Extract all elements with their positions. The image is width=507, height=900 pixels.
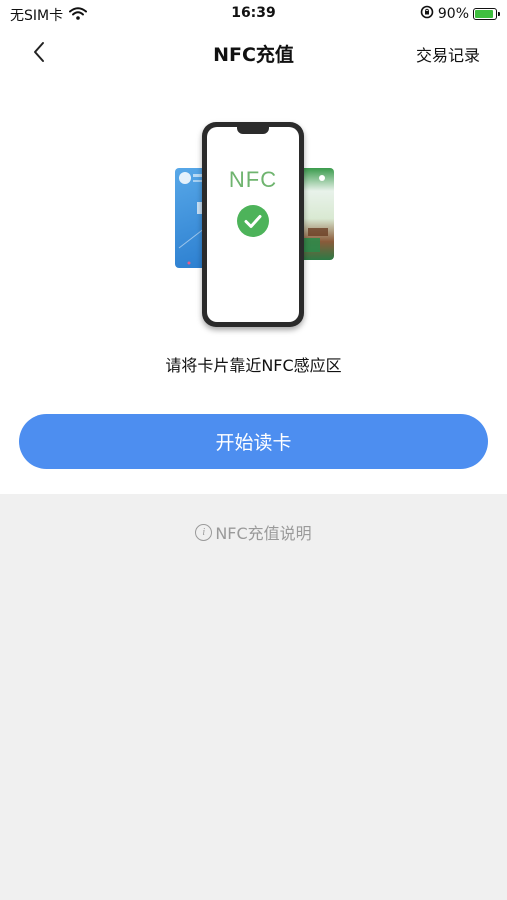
battery-percent: 90% bbox=[437, 6, 469, 22]
battery-icon bbox=[473, 8, 500, 20]
status-right: 90% bbox=[420, 5, 500, 23]
nfc-illustration: NFC bbox=[172, 120, 336, 330]
transaction-history-link[interactable]: 交易记录 bbox=[416, 42, 480, 66]
phone-graphic: NFC bbox=[202, 122, 304, 327]
start-reading-button[interactable]: 开始读卡 bbox=[19, 414, 488, 469]
top-panel: 无SIM卡 16:39 90% NFC充值 交易记录 NFC 请将卡片靠近NFC… bbox=[0, 0, 507, 494]
info-icon: i bbox=[195, 523, 213, 541]
status-bar: 无SIM卡 16:39 90% bbox=[0, 0, 507, 28]
phone-notch bbox=[237, 127, 269, 134]
nfc-hint: 请将卡片靠近NFC感应区 bbox=[165, 356, 342, 375]
lock-rotation-icon bbox=[420, 5, 434, 23]
phone-screen: NFC bbox=[207, 127, 299, 322]
check-icon bbox=[237, 205, 269, 237]
battery-cap bbox=[498, 12, 500, 16]
nfc-help-label: NFC充值说明 bbox=[215, 524, 312, 543]
nfc-help-link[interactable]: i NFC充值说明 bbox=[0, 520, 507, 544]
battery-fill bbox=[475, 10, 493, 18]
phone-nfc-label: NFC bbox=[228, 167, 278, 192]
nav-bar: NFC充值 交易记录 bbox=[0, 28, 507, 76]
